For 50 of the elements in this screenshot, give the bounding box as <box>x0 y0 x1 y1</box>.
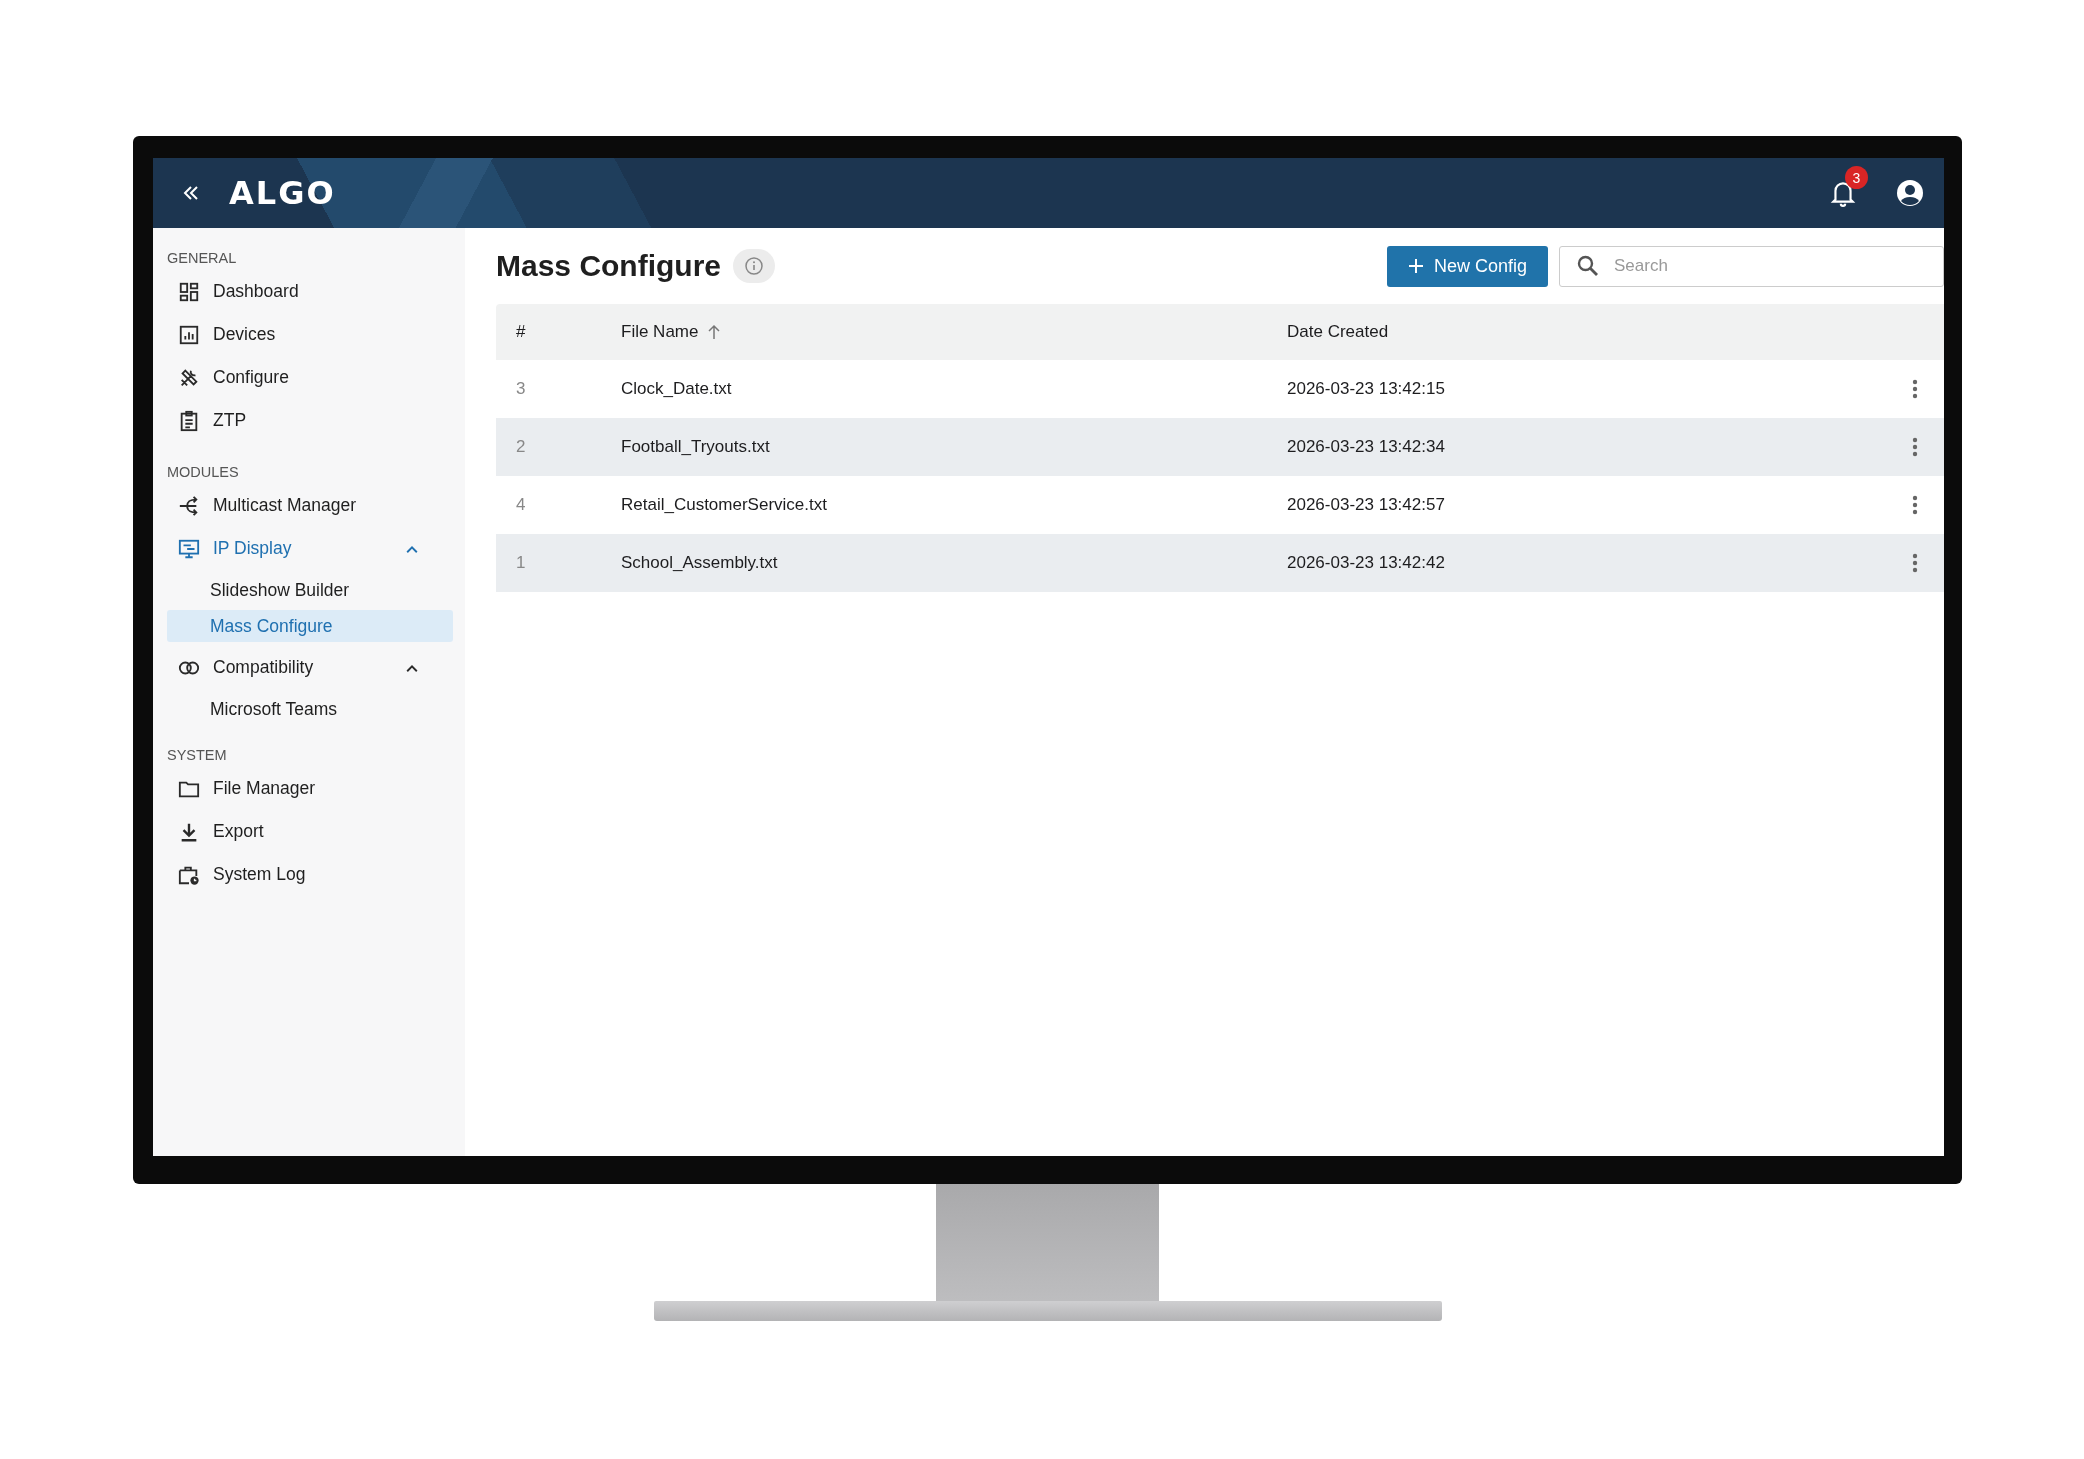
new-config-button[interactable]: New Config <box>1387 245 1548 287</box>
more-icon[interactable] <box>1912 379 1918 399</box>
sidebar-item[interactable]: Devices <box>167 313 437 356</box>
section-heading: SYSTEM <box>167 746 228 765</box>
sidebar-item[interactable]: Export <box>167 810 437 853</box>
sidebar-item[interactable]: IP Display <box>167 527 437 570</box>
sidebar-item[interactable]: Multicast Manager <box>167 484 437 527</box>
more-icon[interactable] <box>1912 495 1918 515</box>
more-icon[interactable] <box>1912 437 1918 457</box>
column-header[interactable]: # <box>516 322 526 342</box>
sidebar-item[interactable]: File Manager <box>167 767 437 810</box>
plus-icon <box>1407 258 1424 274</box>
table-cell-text: Football_Tryouts.txt <box>621 437 771 457</box>
table-cell-text: 1 <box>515 553 527 573</box>
info-button[interactable] <box>733 249 776 283</box>
info-icon <box>744 256 765 276</box>
notification-badge: 3 <box>1845 166 1868 189</box>
search-icon <box>1576 253 1600 278</box>
logo: ALGO <box>229 174 336 212</box>
sidebar-item[interactable]: ZTP <box>167 399 437 442</box>
more-icon[interactable] <box>1912 553 1918 573</box>
table-cell-text: 3 <box>515 379 527 399</box>
section-heading: MODULES <box>167 463 240 482</box>
table-cell-text: 2026-03-23 13:42:15 <box>1287 379 1446 399</box>
table-cell-text: 2026-03-23 13:42:42 <box>1287 553 1446 573</box>
sidebar-item[interactable]: System Log <box>167 853 437 896</box>
table-cell-text: 2026-03-23 13:42:57 <box>1287 495 1446 515</box>
column-header[interactable]: Date Created <box>1287 322 1389 342</box>
avatar-icon[interactable] <box>1896 179 1924 207</box>
sidebar-item[interactable]: Compatibility <box>167 646 437 689</box>
column-header[interactable]: File Name <box>621 322 699 342</box>
sidebar-item[interactable]: Configure <box>167 356 437 399</box>
table-cell-text: Retail_CustomerService.txt <box>621 495 828 515</box>
search-field[interactable]: Search <box>1559 245 1944 287</box>
bar-chart-icon <box>178 323 200 346</box>
branch-icon <box>178 494 200 517</box>
sidebar-subitem[interactable]: Microsoft Teams <box>167 693 453 725</box>
grid-icon <box>178 280 200 303</box>
clipboard-icon <box>178 409 200 432</box>
table-cell-text: School_Assembly.txt <box>621 553 779 573</box>
table-cell-text: Clock_Date.txt <box>621 379 733 399</box>
section-heading: GENERAL <box>167 249 238 268</box>
page-title: Mass Configure <box>496 249 722 283</box>
table-cell-text: 2 <box>515 437 527 457</box>
table-cell-text: 2026-03-23 13:42:34 <box>1287 437 1446 457</box>
sidebar-item[interactable]: Dashboard <box>167 270 437 313</box>
table-cell-text: 4 <box>515 495 527 515</box>
sidebar-subitem[interactable]: Mass Configure <box>167 610 453 642</box>
monitor-icon <box>178 537 200 560</box>
sidebar-subitem[interactable]: Slideshow Builder <box>167 574 453 606</box>
